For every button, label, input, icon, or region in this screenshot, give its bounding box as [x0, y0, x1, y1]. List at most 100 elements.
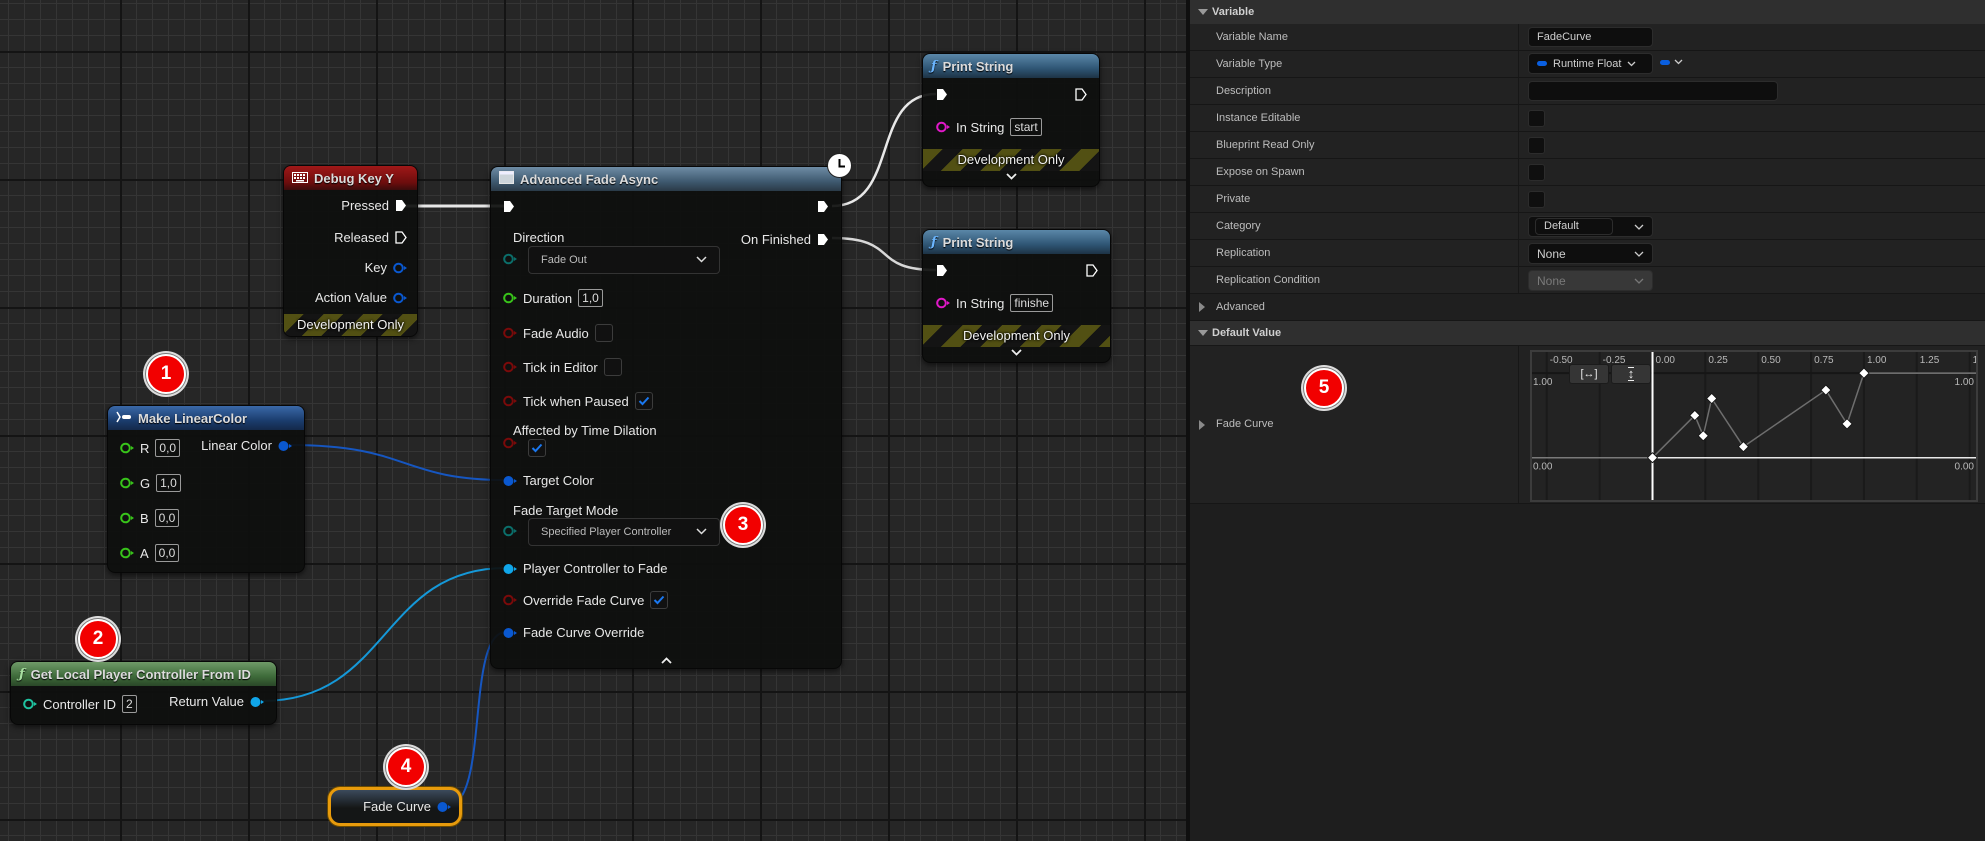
int-pin-icon[interactable] [23, 698, 37, 710]
description-input[interactable] [1528, 81, 1778, 101]
pin-a[interactable]: A 0,0 [120, 544, 180, 562]
pin-fade-curve-override[interactable]: Fade Curve Override [503, 625, 644, 640]
expose-on-spawn-checkbox[interactable] [1528, 164, 1545, 181]
node-make-linear-color[interactable]: Make LinearColor Linear Color R 0,0 G 1,… [107, 405, 305, 573]
object-pin-filled-icon[interactable] [503, 627, 517, 639]
fade-audio-checkbox[interactable] [594, 324, 613, 342]
instance-editable-checkbox[interactable] [1528, 110, 1545, 127]
pin-in-string[interactable]: In String start [936, 118, 1042, 136]
pin-released[interactable]: Released [334, 230, 407, 245]
bool-pin-icon[interactable] [503, 327, 517, 339]
struct-pin-filled-icon[interactable] [503, 475, 517, 487]
exec-pin-filled-icon[interactable] [503, 200, 515, 213]
node-print-string-finished[interactable]: ƒ Print String In String finishe Develop… [922, 229, 1111, 363]
float-pin-icon[interactable] [120, 547, 134, 559]
duration-input[interactable]: 1,0 [578, 289, 603, 307]
exec-pin-filled-icon[interactable] [395, 199, 407, 212]
exec-in-pin[interactable] [936, 264, 948, 277]
pin-player-controller[interactable]: Player Controller to Fade [503, 561, 668, 576]
pin-tick-in-editor[interactable]: Tick in Editor [503, 358, 622, 376]
bool-pin-icon[interactable] [503, 361, 517, 373]
exec-pin-filled-icon[interactable] [936, 264, 948, 277]
exec-pin-filled-icon[interactable] [936, 88, 948, 101]
tick-when-paused-checkbox[interactable] [634, 392, 653, 410]
fit-vertical-button[interactable]: ↕ [1611, 364, 1651, 384]
pin-return-value[interactable]: Return Value [169, 694, 264, 709]
pin-fade-target-mode[interactable] [503, 525, 517, 537]
curve-key-point[interactable] [1841, 418, 1853, 430]
exec-in-pin[interactable] [503, 200, 515, 213]
pin-time-dilation[interactable] [503, 437, 517, 449]
expand-triangle-icon[interactable] [1199, 420, 1205, 430]
a-input[interactable]: 0,0 [154, 544, 180, 562]
curve-editor[interactable]: -0.50-0.250.000.250.500.751.001.251.51.0… [1530, 350, 1978, 502]
curve-key-point[interactable] [1697, 430, 1709, 442]
enum-pin-icon[interactable] [503, 525, 517, 537]
pin-fade-audio[interactable]: Fade Audio [503, 324, 613, 342]
in-string-input[interactable]: start [1010, 118, 1042, 136]
tick-in-editor-checkbox[interactable] [603, 358, 622, 376]
curve-key-point[interactable] [1706, 392, 1718, 405]
pin-b[interactable]: B 0,0 [120, 509, 180, 527]
bool-pin-icon[interactable] [503, 594, 517, 606]
object-pin-filled-icon[interactable] [250, 696, 264, 708]
container-type-dropdown[interactable] [1660, 59, 1683, 65]
node-debug-key-y[interactable]: Debug Key Y Pressed Released Key Action … [283, 165, 418, 337]
enum-pin-icon[interactable] [503, 253, 517, 265]
pin-target-color[interactable]: Target Color [503, 473, 594, 488]
pin-override-fade-curve[interactable]: Override Fade Curve [503, 591, 669, 609]
section-advanced[interactable]: Advanced [1190, 294, 1985, 321]
curve-key-point[interactable] [1820, 384, 1832, 396]
string-pin-icon[interactable] [936, 297, 950, 309]
exec-out-pin[interactable] [1086, 264, 1098, 277]
node-advanced-fade-async[interactable]: Advanced Fade Async On Finished Directio… [490, 166, 842, 669]
pin-tick-when-paused[interactable]: Tick when Paused [503, 392, 653, 410]
expand-button[interactable] [923, 347, 1110, 359]
float-pin-icon[interactable] [120, 477, 134, 489]
curve-key-point[interactable] [1858, 367, 1870, 379]
pin-linear-color-out[interactable]: Linear Color [201, 438, 292, 453]
blueprint-graph-canvas[interactable]: Debug Key Y Pressed Released Key Action … [0, 0, 1186, 841]
pin-duration[interactable]: Duration 1,0 [503, 289, 603, 307]
pin-fade-curve-out[interactable]: Fade Curve [363, 799, 451, 814]
in-string-input[interactable]: finishe [1010, 294, 1054, 312]
struct-pin-filled-icon[interactable] [278, 440, 292, 452]
pin-in-string[interactable]: In String finishe [936, 294, 1054, 312]
node-get-local-player-controller[interactable]: ƒ Get Local Player Controller From ID Co… [10, 661, 277, 725]
section-variable[interactable]: Variable [1190, 0, 1985, 25]
category-input[interactable]: Default [1535, 218, 1613, 235]
category-combo[interactable]: Default [1528, 216, 1653, 237]
float-pin-icon[interactable] [503, 292, 517, 304]
exec-pin-filled-icon[interactable] [817, 233, 829, 246]
string-pin-icon[interactable] [936, 121, 950, 133]
struct-pin-icon[interactable] [393, 292, 407, 304]
node-print-string-start[interactable]: ƒ Print String In String start Developme… [922, 53, 1100, 187]
pin-pressed[interactable]: Pressed [341, 198, 407, 213]
collapse-advanced-button[interactable] [491, 651, 841, 669]
exec-pin-empty-icon[interactable] [1086, 264, 1098, 277]
g-input[interactable]: 1,0 [156, 474, 181, 492]
time-dilation-checkbox[interactable] [528, 439, 546, 457]
exec-in-pin[interactable] [936, 88, 948, 101]
bool-pin-icon[interactable] [503, 395, 517, 407]
pin-key[interactable]: Key [365, 260, 407, 275]
r-input[interactable]: 0,0 [155, 439, 181, 457]
expand-button[interactable] [923, 171, 1099, 183]
exec-out-pin[interactable] [817, 200, 829, 213]
curve-key-point[interactable] [1737, 441, 1749, 453]
bool-pin-icon[interactable] [503, 437, 517, 449]
blueprint-read-only-checkbox[interactable] [1528, 137, 1545, 154]
pin-g[interactable]: G 1,0 [120, 474, 181, 492]
direction-dropdown[interactable]: Fade Out [528, 246, 720, 274]
node-fade-curve-variable[interactable]: Fade Curve [328, 787, 462, 826]
fit-horizontal-button[interactable]: [↔] [1569, 364, 1609, 384]
b-input[interactable]: 0,0 [154, 509, 180, 527]
fade-target-mode-dropdown[interactable]: Specified Player Controller [528, 518, 720, 546]
float-pin-icon[interactable] [120, 512, 134, 524]
exec-pin-filled-icon[interactable] [817, 200, 829, 213]
override-fade-curve-checkbox[interactable] [650, 591, 669, 609]
private-checkbox[interactable] [1528, 191, 1545, 208]
pin-controller-id[interactable]: Controller ID 2 [23, 695, 137, 713]
pin-direction[interactable] [503, 253, 517, 265]
exec-pin-empty-icon[interactable] [395, 231, 407, 244]
